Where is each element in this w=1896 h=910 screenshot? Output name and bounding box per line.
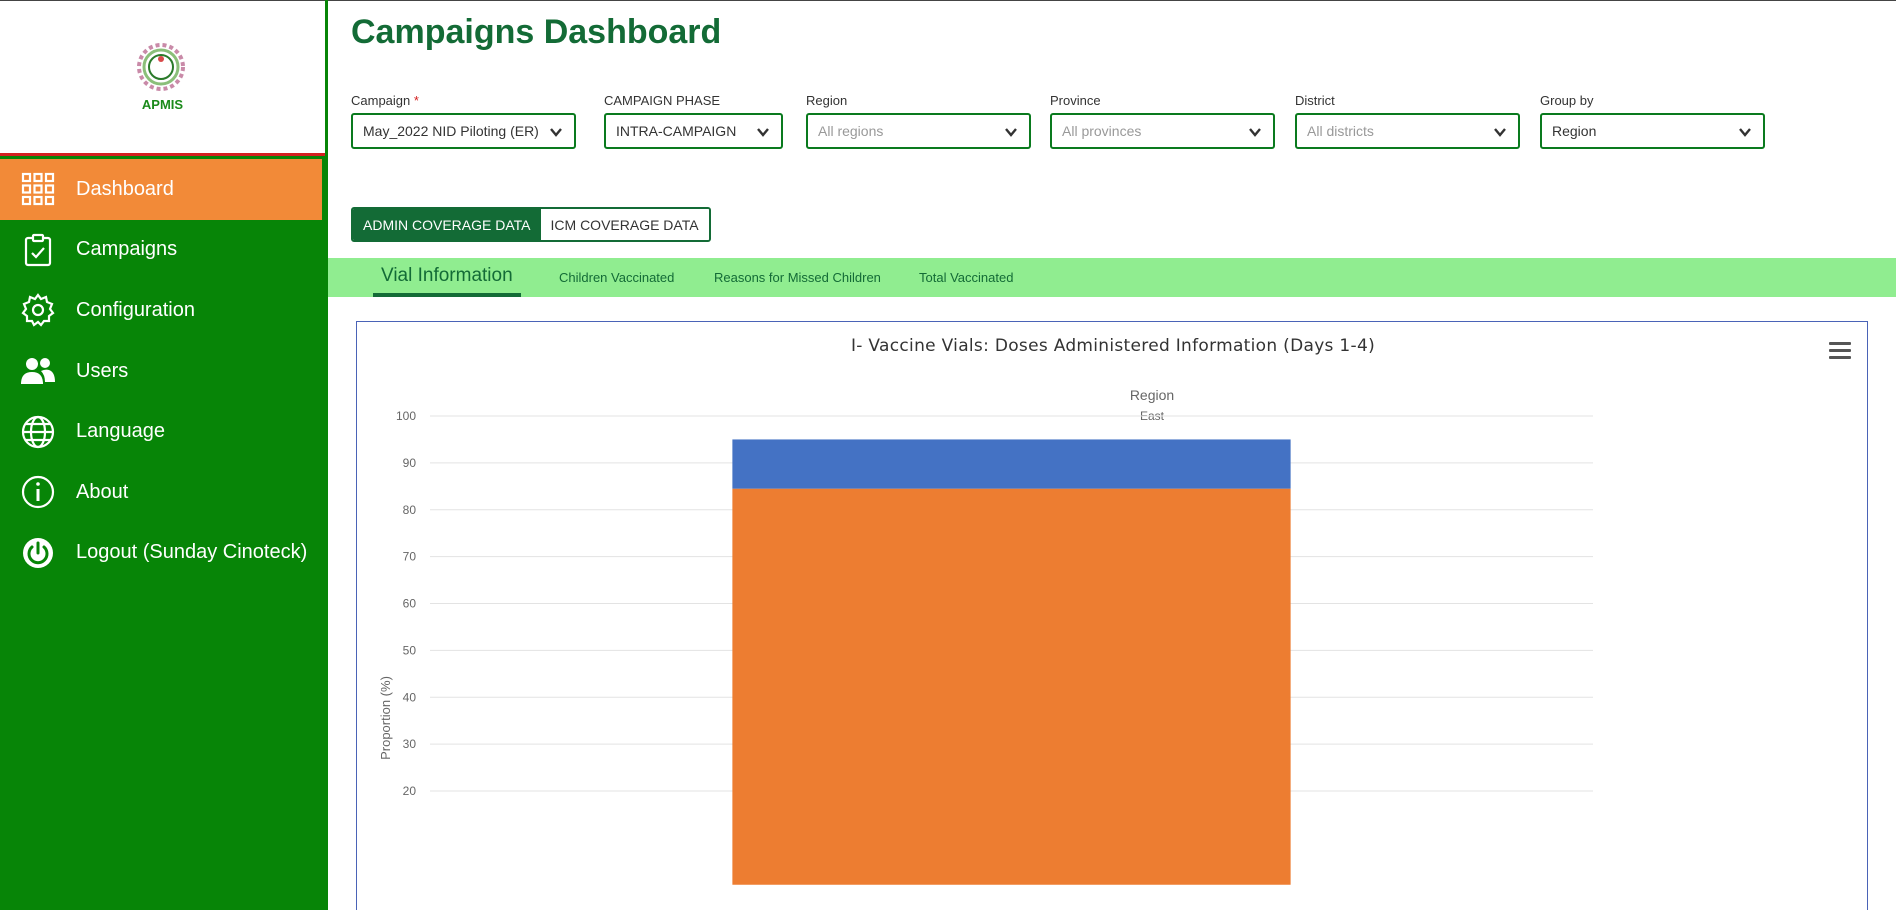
sidebar-item-label: About <box>76 480 129 503</box>
page-title: Campaigns Dashboard <box>351 13 722 51</box>
y-tick-label: 90 <box>403 456 417 470</box>
phase-label: CAMPAIGN PHASE <box>604 93 721 108</box>
sidebar-item-label: Users <box>76 359 129 382</box>
region-select[interactable]: All regions <box>806 113 1031 149</box>
sidebar-item-language[interactable]: Language <box>0 401 328 462</box>
campaign-select[interactable]: May_2022 NID Piloting (ER) <box>351 113 576 149</box>
chart-ylabel: Proportion (%) <box>378 676 393 760</box>
sidebar: APMIS Dashboard Campaigns Configuration … <box>0 0 328 910</box>
tab-reasons-missed-children[interactable]: Reasons for Missed Children <box>714 258 881 297</box>
chevron-down-icon <box>1005 128 1017 137</box>
users-icon <box>20 353 56 389</box>
sidebar-item-label: Configuration <box>76 298 195 321</box>
sidebar-nav: Dashboard Campaigns Configuration Users … <box>0 159 328 583</box>
y-tick-label: 100 <box>396 409 416 423</box>
sidebar-item-dashboard[interactable]: Dashboard <box>0 159 322 220</box>
y-tick-label: 40 <box>403 690 417 704</box>
y-tick-label: 30 <box>403 737 417 751</box>
app-root: APMIS Dashboard Campaigns Configuration … <box>0 0 1896 910</box>
apmis-logo-icon <box>137 43 185 91</box>
clipboard-check-icon <box>20 232 56 268</box>
chevron-down-icon <box>1249 128 1261 137</box>
groupby-select[interactable]: Region <box>1540 113 1765 149</box>
tab-bar: Vial Information Children Vaccinated Rea… <box>328 258 1896 297</box>
district-filter: District All districts <box>1295 93 1520 149</box>
district-label: District <box>1295 93 1335 108</box>
sidebar-item-label: Logout (Sunday Cinoteck) <box>76 541 308 564</box>
info-icon <box>20 474 56 510</box>
vial-chart: I- Vaccine Vials: Doses Administered Inf… <box>378 336 1593 885</box>
chart-xlabel: Region <box>1130 387 1174 403</box>
chevron-down-icon <box>757 128 769 137</box>
sidebar-item-label: Language <box>76 420 165 443</box>
sidebar-item-logout[interactable]: Logout (Sunday Cinoteck) <box>0 523 328 584</box>
sidebar-item-campaigns[interactable]: Campaigns <box>0 220 328 281</box>
tab-children-vaccinated[interactable]: Children Vaccinated <box>559 258 674 297</box>
chart-title: I- Vaccine Vials: Doses Administered Inf… <box>851 336 1375 356</box>
groupby-select-value: Region <box>1552 123 1597 139</box>
icm-coverage-button[interactable]: ICM COVERAGE DATA <box>540 209 709 240</box>
sidebar-item-users[interactable]: Users <box>0 341 328 402</box>
groupby-label: Group by <box>1540 93 1594 108</box>
district-select-placeholder: All districts <box>1307 123 1374 139</box>
sidebar-item-label: Campaigns <box>76 238 178 261</box>
chevron-down-icon <box>1494 128 1506 137</box>
province-label: Province <box>1050 93 1101 108</box>
region-label: Region <box>806 93 848 108</box>
bar-segment-1[interactable] <box>732 439 1291 489</box>
bar-segment-0[interactable] <box>732 488 1291 885</box>
main-content: Campaigns Dashboard Campaign * May_2022 … <box>328 0 1896 910</box>
gear-icon <box>20 292 56 328</box>
globe-icon <box>20 414 56 450</box>
y-tick-label: 60 <box>403 597 417 611</box>
grid-icon <box>20 171 56 207</box>
province-select[interactable]: All provinces <box>1050 113 1275 149</box>
sidebar-item-about[interactable]: About <box>0 462 328 523</box>
campaign-select-value: May_2022 NID Piloting (ER) <box>363 123 539 139</box>
logo-area: APMIS <box>0 0 325 156</box>
campaign-label: Campaign * <box>351 93 419 108</box>
province-select-placeholder: All provinces <box>1062 123 1142 139</box>
logo-text: APMIS <box>141 97 184 112</box>
province-filter: Province All provinces <box>1050 93 1275 149</box>
admin-coverage-button[interactable]: ADMIN COVERAGE DATA <box>353 209 541 240</box>
y-tick-label: 70 <box>403 550 417 564</box>
y-tick-label: 50 <box>403 643 417 657</box>
campaign-filter: Campaign * May_2022 NID Piloting (ER) <box>351 93 576 149</box>
power-icon <box>20 535 56 571</box>
chart-bars <box>732 439 1291 885</box>
phase-select[interactable]: INTRA-CAMPAIGN <box>604 113 783 149</box>
chart-panel: I- Vaccine Vials: Doses Administered Inf… <box>356 321 1868 910</box>
tab-vial-information[interactable]: Vial Information <box>373 258 521 297</box>
chevron-down-icon <box>1739 128 1751 137</box>
region-select-placeholder: All regions <box>818 123 884 139</box>
y-tick-label: 80 <box>403 503 417 517</box>
sidebar-item-label: Dashboard <box>76 177 174 200</box>
district-select[interactable]: All districts <box>1295 113 1520 149</box>
tab-total-vaccinated[interactable]: Total Vaccinated <box>919 258 1013 297</box>
phase-select-value: INTRA-CAMPAIGN <box>616 123 737 139</box>
chart-menu-icon[interactable] <box>1829 342 1851 360</box>
coverage-toggle: ADMIN COVERAGE DATA ICM COVERAGE DATA <box>351 207 711 242</box>
sidebar-item-configuration[interactable]: Configuration <box>0 280 328 341</box>
phase-filter: CAMPAIGN PHASE INTRA-CAMPAIGN <box>604 93 783 149</box>
groupby-filter: Group by Region <box>1540 93 1765 149</box>
chevron-down-icon <box>550 128 562 137</box>
y-tick-label: 20 <box>403 784 417 798</box>
region-filter: Region All regions <box>806 93 1031 149</box>
